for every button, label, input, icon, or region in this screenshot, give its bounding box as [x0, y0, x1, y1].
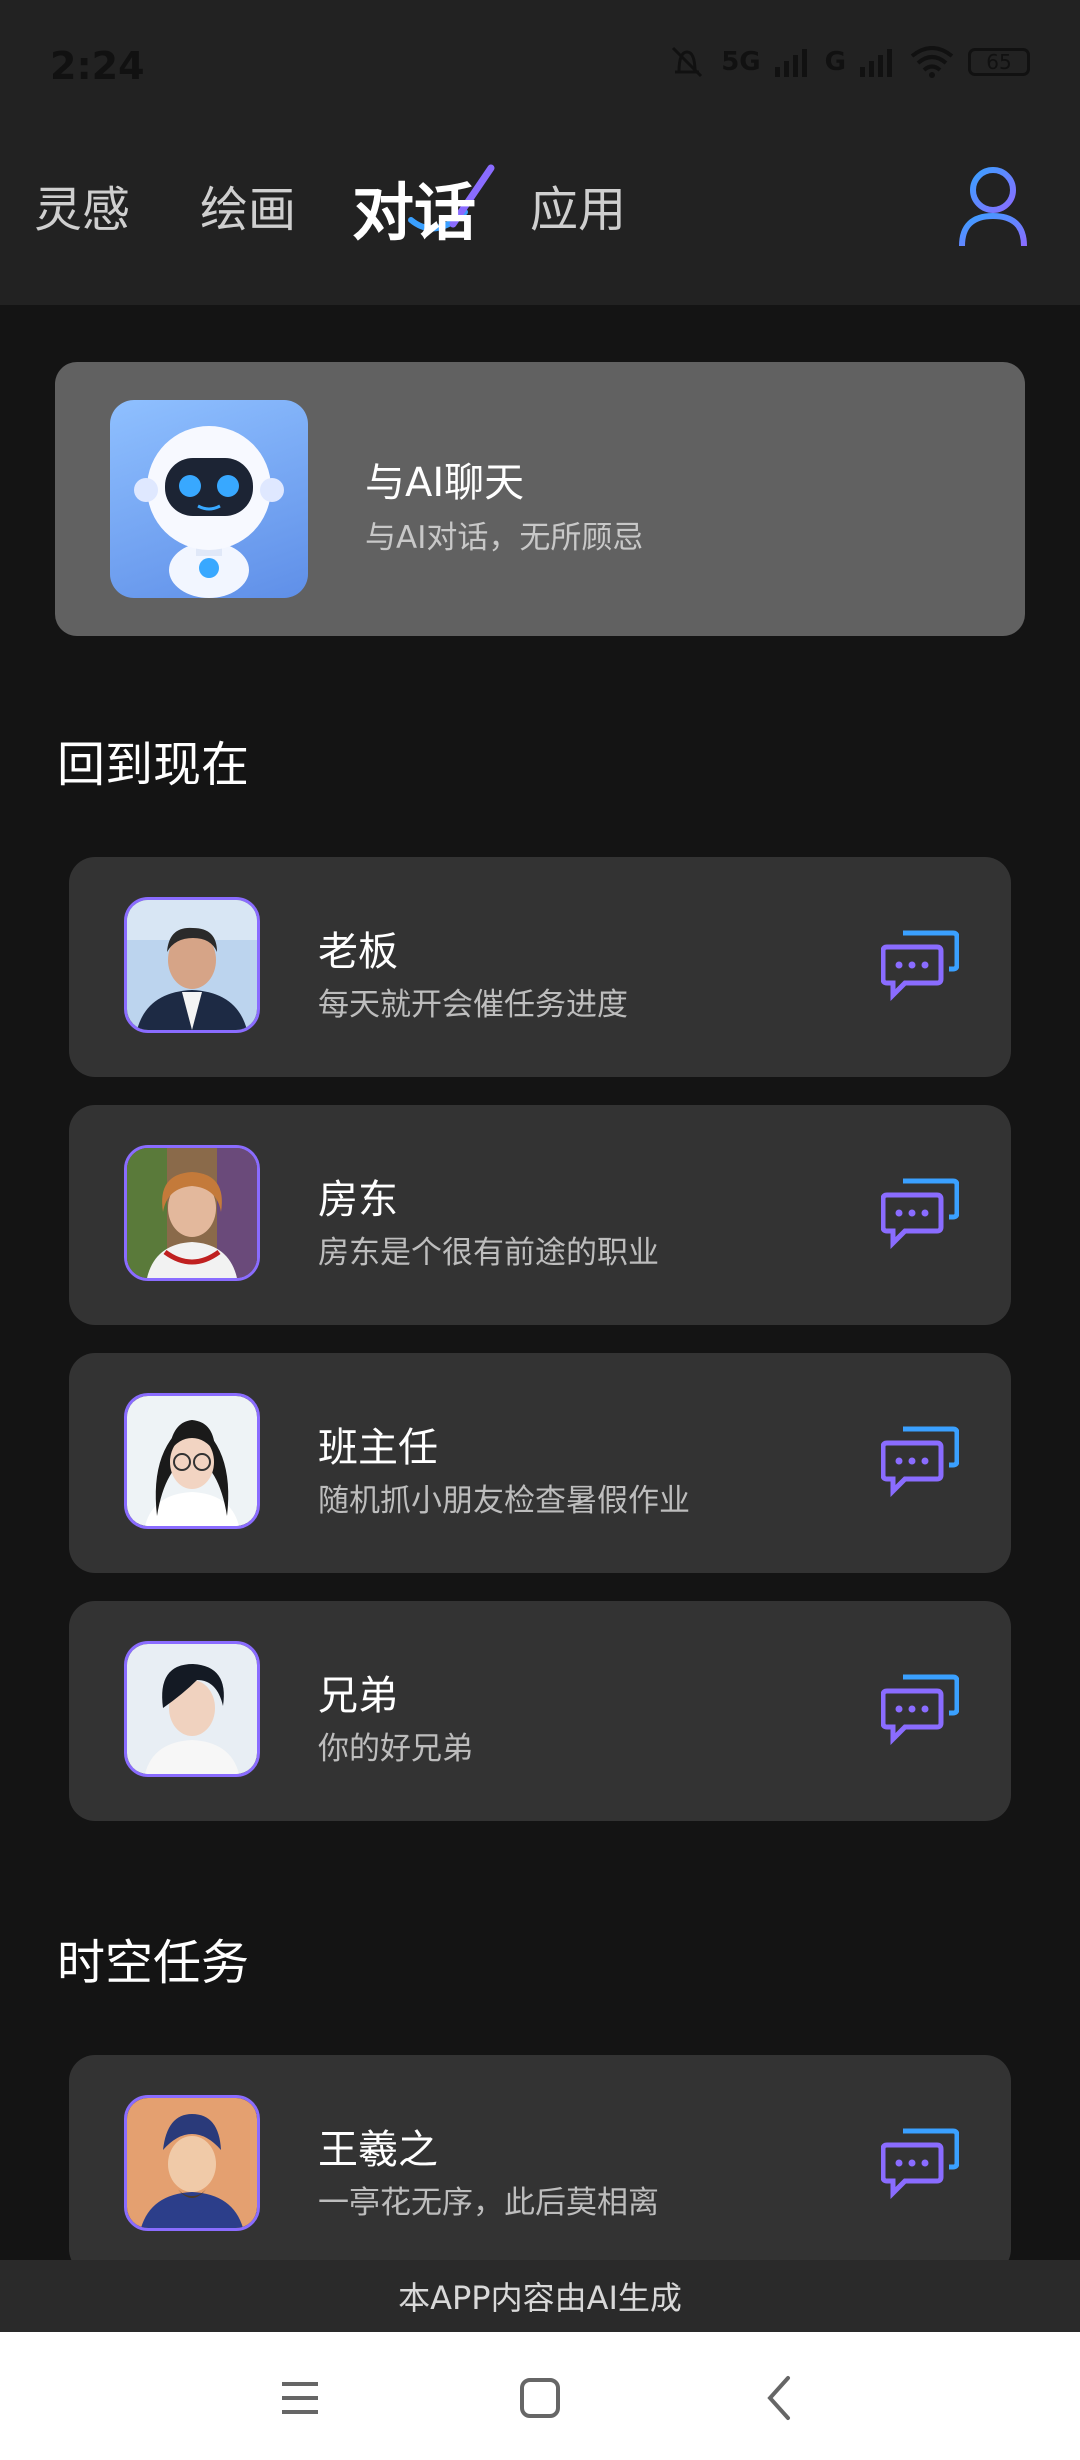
item-desc: 你的好兄弟: [318, 1731, 473, 1767]
item-name: 兄弟: [318, 1673, 398, 1719]
tab-chat[interactable]: 对话: [352, 162, 476, 252]
status-bar: 2:24 5G G 65: [0, 0, 1080, 130]
chat-bubbles-icon[interactable]: [881, 1425, 959, 1497]
item-name: 老板: [318, 929, 398, 975]
list-item[interactable]: 老板 每天就开会催任务进度: [69, 857, 1011, 1077]
ai-chat-card[interactable]: 与AI聊天 与AI对话，无所顾忌: [55, 362, 1025, 636]
status-time: 2:24: [50, 44, 145, 88]
landlord-portrait: [127, 1148, 257, 1278]
chat-bubbles-icon[interactable]: [881, 929, 959, 1001]
section-title-now: 回到现在: [57, 737, 250, 793]
item-desc: 每天就开会催任务进度: [318, 987, 628, 1023]
list-item[interactable]: 房东 房东是个很有前途的职业: [69, 1105, 1011, 1325]
character-list-now: 老板 每天就开会催任务进度 房东 房东是个很有前途的职业 班主任 随机抓小朋友检…: [69, 857, 1011, 1849]
list-item[interactable]: 王羲之 一亭花无序，此后莫相离: [69, 2055, 1011, 2275]
tab-painting[interactable]: 绘画: [200, 170, 296, 240]
avatar: [124, 897, 260, 1033]
battery-indicator: 65: [968, 48, 1030, 76]
item-desc: 房东是个很有前途的职业: [318, 1235, 659, 1271]
avatar: [124, 1641, 260, 1777]
network-type-2: G: [824, 47, 846, 77]
list-item[interactable]: 兄弟 你的好兄弟: [69, 1601, 1011, 1821]
ai-generated-notice: 本APP内容由AI生成: [0, 2260, 1080, 2332]
wifi-icon: [910, 46, 954, 78]
user-icon[interactable]: [958, 166, 1028, 248]
top-tab-bar: 灵感 绘画 对话 应用: [0, 130, 1080, 305]
network-type-1: 5G: [721, 47, 761, 77]
item-name: 王羲之: [318, 2127, 438, 2173]
ai-card-title: 与AI聊天: [365, 460, 525, 506]
wang-xizhi-portrait: [127, 2098, 257, 2228]
teacher-portrait: [127, 1396, 257, 1526]
avatar: [124, 1393, 260, 1529]
robot-icon: [134, 426, 284, 598]
mute-icon: [672, 46, 703, 78]
tab-inspiration[interactable]: 灵感: [34, 170, 130, 240]
item-name: 房东: [318, 1177, 398, 1223]
avatar: [124, 2095, 260, 2231]
system-nav-bar: [0, 2332, 1080, 2460]
chat-bubbles-icon[interactable]: [881, 1673, 959, 1745]
boss-portrait: [127, 900, 257, 1030]
list-item[interactable]: 班主任 随机抓小朋友检查暑假作业: [69, 1353, 1011, 1573]
signal-icon: [774, 49, 807, 77]
menu-icon[interactable]: [270, 2368, 330, 2428]
item-desc: 随机抓小朋友检查暑假作业: [318, 1483, 690, 1519]
tab-apps[interactable]: 应用: [530, 170, 626, 240]
chat-bubbles-icon[interactable]: [881, 1177, 959, 1249]
item-name: 班主任: [318, 1425, 438, 1471]
status-icons: 5G G 65: [667, 42, 1030, 82]
item-desc: 一亭花无序，此后莫相离: [318, 2185, 659, 2221]
robot-avatar: [110, 400, 308, 598]
section-title-time-travel: 时空任务: [57, 1935, 250, 1991]
back-icon[interactable]: [750, 2368, 810, 2428]
ai-card-subtitle: 与AI对话，无所顾忌: [365, 520, 644, 556]
brother-portrait: [127, 1644, 257, 1774]
home-icon[interactable]: [510, 2368, 570, 2428]
signal-icon: [860, 49, 892, 77]
chat-bubbles-icon[interactable]: [881, 2127, 959, 2199]
avatar: [124, 1145, 260, 1281]
